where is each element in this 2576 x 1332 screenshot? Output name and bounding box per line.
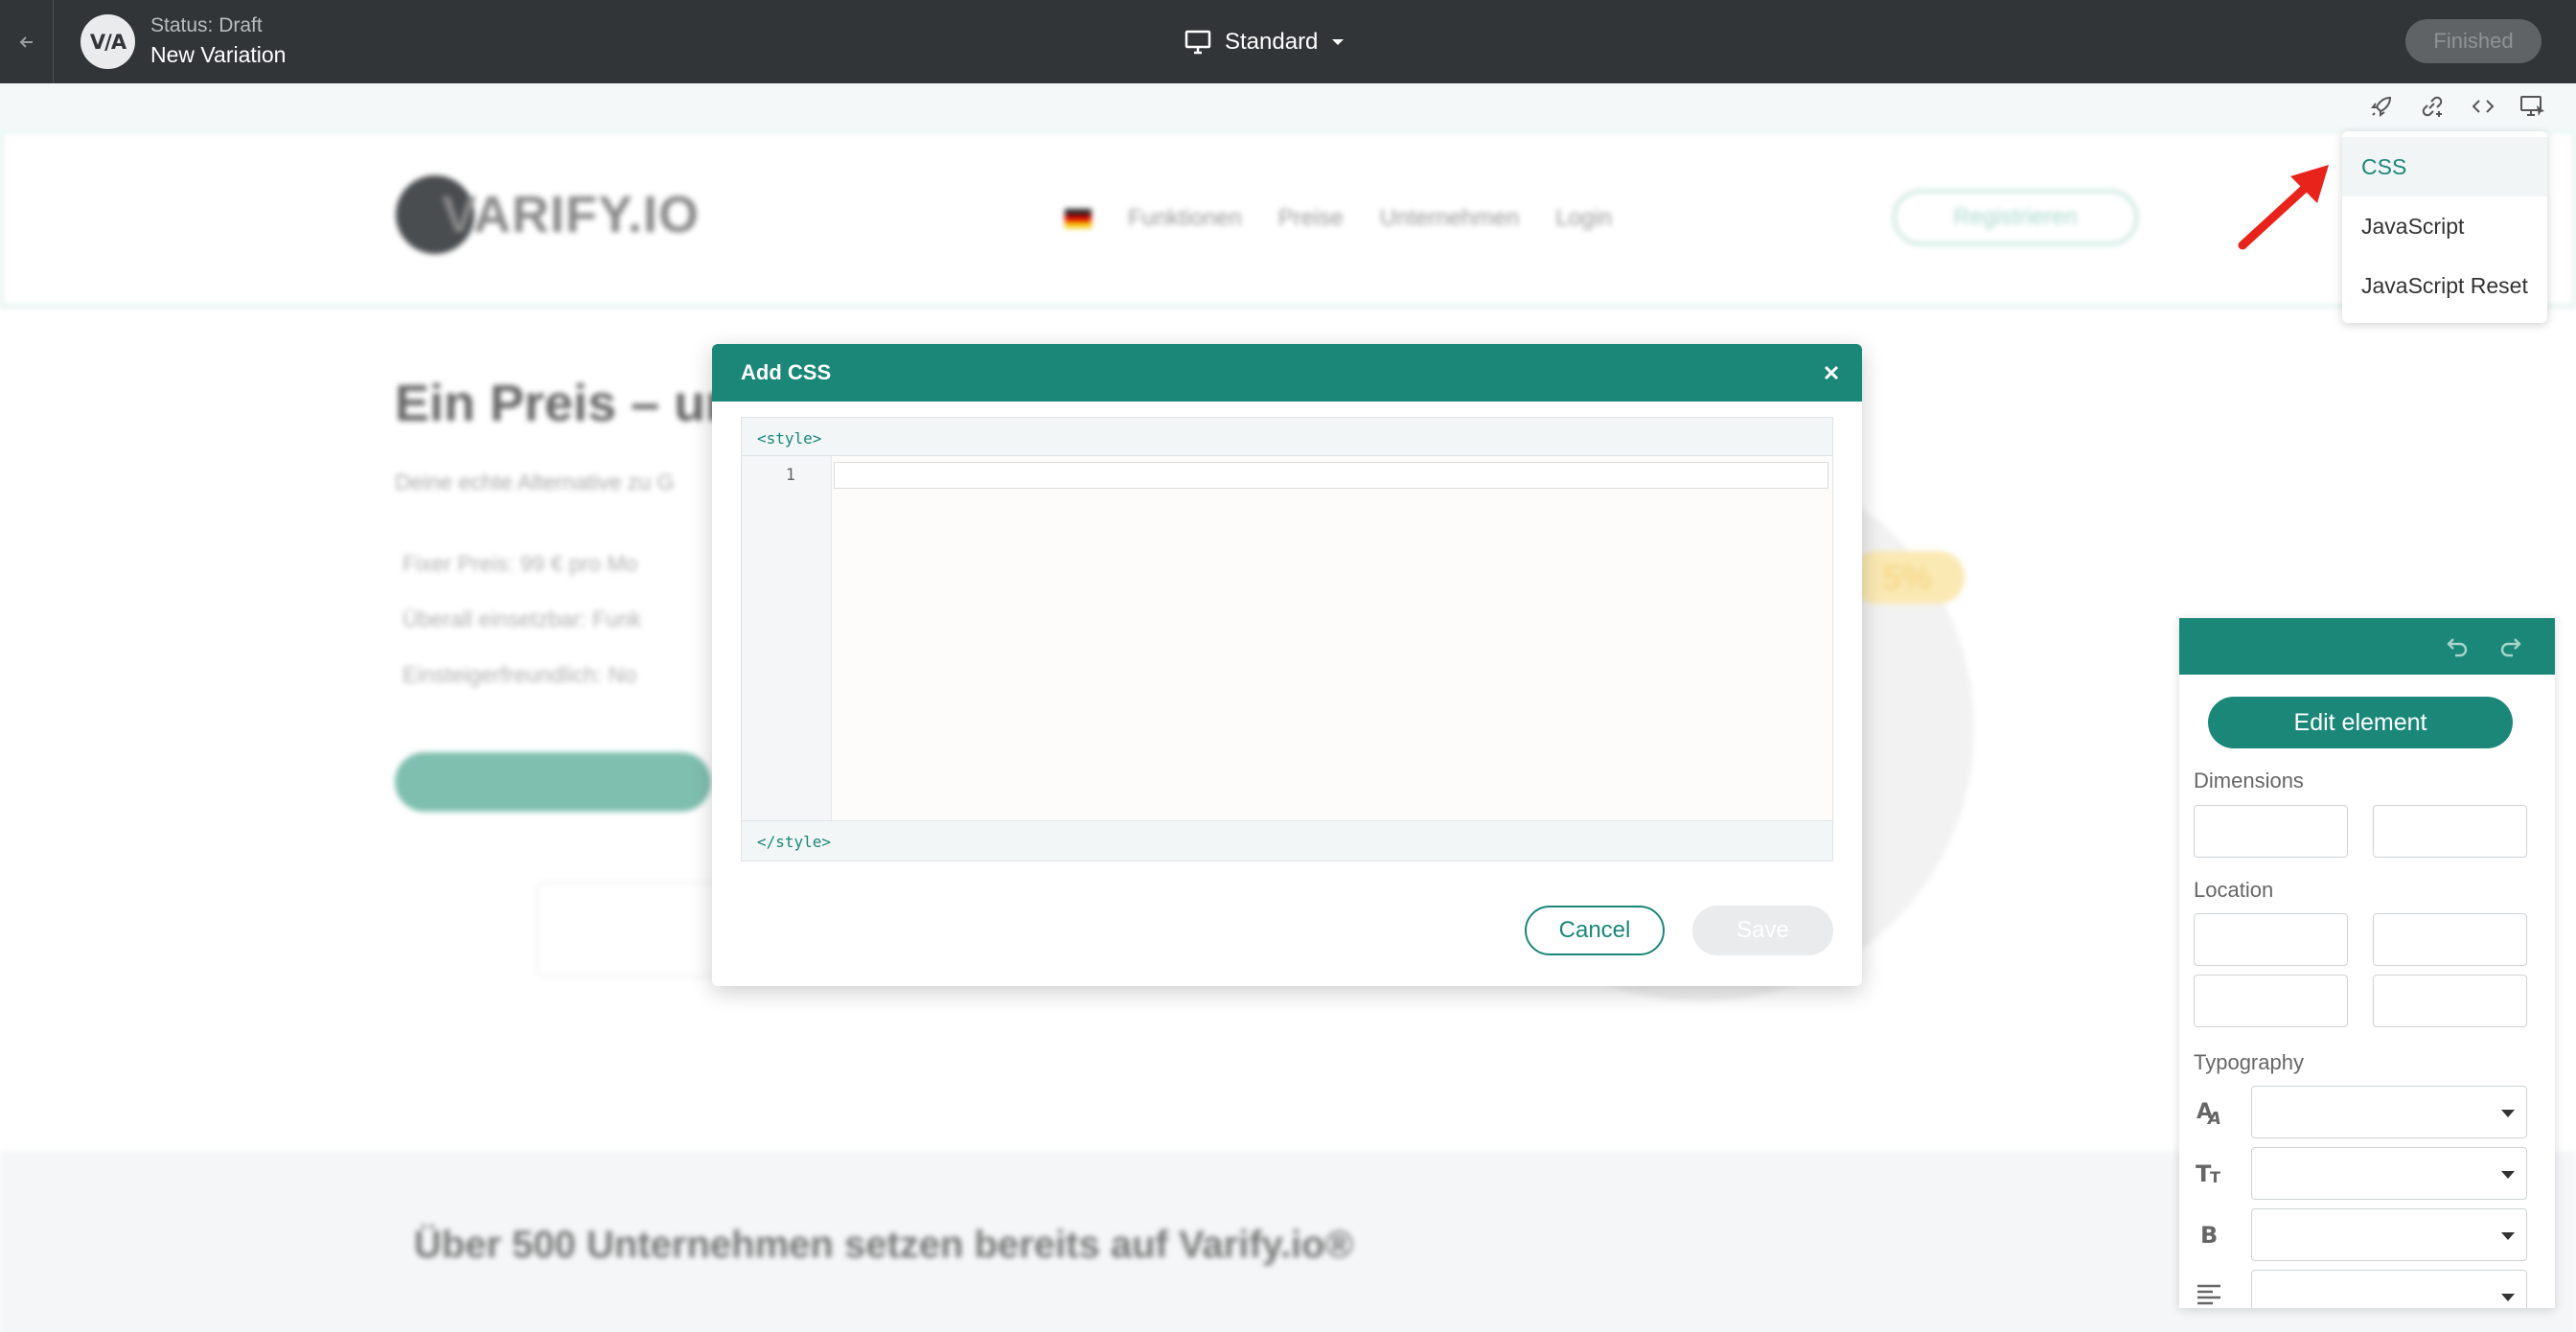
bottom-headline: Über 500 Unternehmen setzen bereits auf … — [413, 1224, 1354, 1266]
device-preview-icon[interactable] — [2518, 92, 2547, 121]
trust-badge — [537, 882, 728, 977]
flag-de-icon — [1065, 209, 1092, 228]
code-icon[interactable] — [2469, 92, 2497, 121]
menu-item-javascript[interactable]: JavaScript — [2342, 196, 2547, 256]
code-input-area[interactable] — [832, 456, 1832, 820]
hero-cta-button — [395, 752, 711, 812]
css-code-editor[interactable]: <style> 1 </style> — [741, 417, 1833, 861]
location-top-input[interactable] — [2194, 913, 2348, 966]
editor-toolbar — [0, 83, 2576, 129]
menu-item-javascript-reset[interactable]: JavaScript Reset — [2342, 256, 2547, 315]
site-header: VARIFY.IO Funktionen Preise Unternehmen … — [0, 129, 2576, 308]
hero-bullet: Überall einsetzbar: Funk — [402, 607, 642, 632]
hero-bullet: Fixer Preis: 99 € pro Mo — [402, 551, 638, 576]
device-label: Standard — [1225, 29, 1319, 55]
font-size-icon: TT — [2194, 1156, 2226, 1188]
top-bar: V/A Status: Draft New Variation Standard… — [0, 0, 2576, 83]
location-left-input[interactable] — [2373, 975, 2527, 1027]
annotation-arrow-icon — [2238, 165, 2329, 250]
nav-login: Login — [1555, 205, 1612, 231]
device-select[interactable]: Standard — [1184, 26, 1345, 58]
discount-badge: 5% — [1850, 551, 1965, 604]
monitor-icon — [1184, 30, 1211, 55]
caret-down-icon — [1332, 39, 1345, 45]
edit-element-button[interactable]: Edit element — [2208, 697, 2513, 748]
site-nav: Funktionen Preise Unternehmen Login — [1065, 205, 1612, 232]
app-logo: V/A — [80, 14, 135, 69]
code-dropdown-menu: CSS JavaScript JavaScript Reset — [2342, 131, 2547, 323]
hero-subtitle: Deine echte Alternative zu G — [395, 470, 675, 494]
svg-text:B: B — [2200, 1222, 2218, 1249]
font-family-select[interactable] — [2251, 1086, 2527, 1138]
undo-icon[interactable] — [2444, 632, 2472, 660]
hero-bullet: Einsteigerfreundlich: No — [402, 662, 637, 687]
modal-title: Add CSS — [741, 360, 832, 384]
close-icon[interactable] — [1818, 359, 1845, 386]
add-css-modal: Add CSS <style> 1 </style> Cancel Save — [712, 344, 1862, 986]
rocket-icon[interactable] — [2367, 92, 2396, 121]
site-logo: VARIFY.IO — [396, 175, 700, 254]
width-input[interactable] — [2194, 805, 2348, 858]
text-align-icon — [2194, 1277, 2226, 1308]
svg-text:T: T — [2210, 1168, 2220, 1186]
finished-button[interactable]: Finished — [2405, 19, 2542, 63]
font-weight-select[interactable] — [2251, 1208, 2527, 1261]
site-register-button: Registrieren — [1893, 190, 2138, 245]
location-bottom-input[interactable] — [2194, 975, 2348, 1027]
back-button[interactable] — [0, 0, 54, 83]
menu-item-css[interactable]: CSS — [2342, 137, 2547, 196]
status-text: Status: Draft — [150, 14, 263, 36]
redo-icon[interactable] — [2496, 632, 2524, 660]
typography-label: Typography — [2194, 1050, 2304, 1074]
font-family-icon: AA — [2194, 1094, 2226, 1127]
font-weight-icon: B — [2194, 1217, 2226, 1250]
save-button[interactable]: Save — [1692, 906, 1833, 955]
element-editor-panel: Edit element Dimensions Location Typogra… — [2179, 618, 2555, 1308]
arrow-left-icon — [19, 35, 33, 48]
location-label: Location — [2194, 878, 2274, 902]
panel-header — [2179, 618, 2555, 675]
line-gutter: 1 — [742, 456, 832, 820]
nav-preise: Preise — [1277, 205, 1344, 231]
cancel-button[interactable]: Cancel — [1525, 906, 1665, 955]
dimensions-label: Dimensions — [2194, 769, 2304, 792]
modal-header: Add CSS — [712, 344, 1862, 402]
line-number: 1 — [785, 466, 795, 485]
location-right-input[interactable] — [2373, 913, 2527, 966]
add-link-icon[interactable] — [2418, 92, 2447, 121]
height-input[interactable] — [2373, 805, 2527, 858]
nav-unternehmen: Unternehmen — [1379, 205, 1520, 231]
nav-funktionen: Funktionen — [1128, 205, 1242, 231]
variation-name: New Variation — [150, 42, 287, 67]
hero-title: Ein Preis – un — [395, 375, 738, 432]
font-size-select[interactable] — [2251, 1147, 2527, 1200]
active-code-line[interactable] — [834, 462, 1828, 489]
svg-text:A: A — [2206, 1109, 2221, 1126]
style-close-tag: </style> — [742, 820, 1832, 861]
style-open-tag: <style> — [742, 418, 1832, 456]
text-align-select[interactable] — [2251, 1270, 2527, 1308]
